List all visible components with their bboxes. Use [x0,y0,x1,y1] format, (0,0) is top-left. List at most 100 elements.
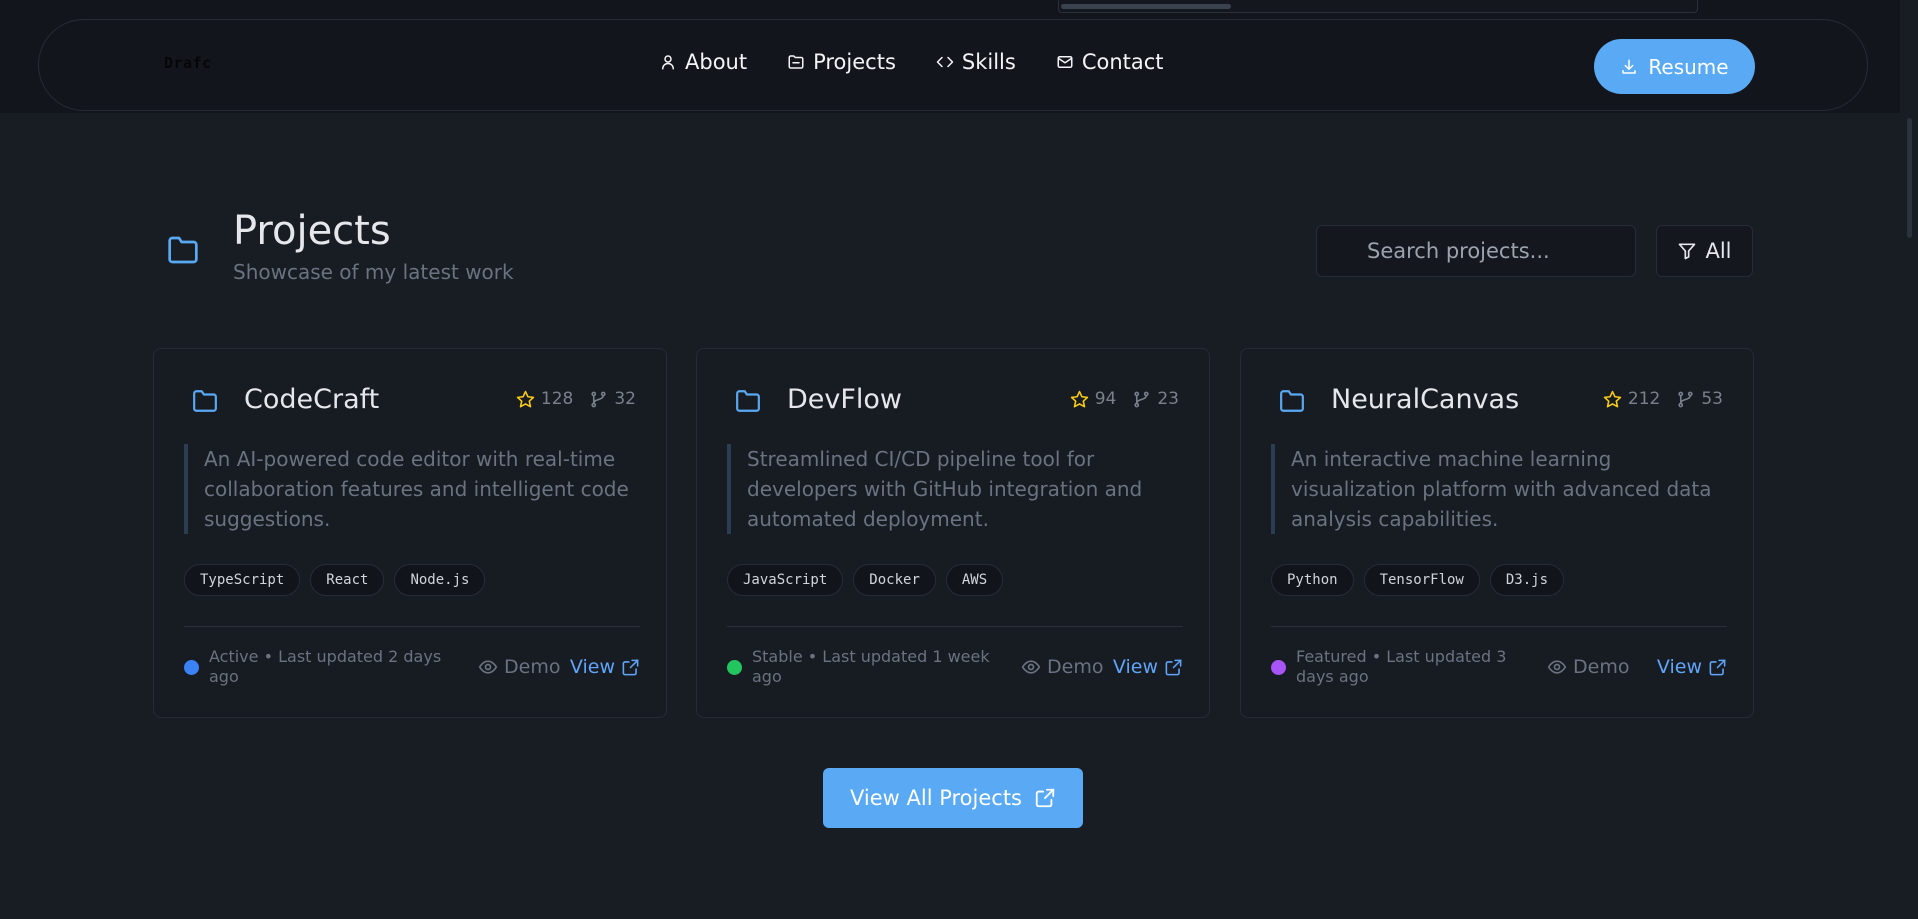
tech-tag: D3.js [1489,564,1565,596]
project-footer: Stable • Last updated 1 week ago Demo Vi… [727,647,1183,687]
tech-tags: JavaScript Docker AWS [727,564,1004,596]
mail-icon [1057,56,1073,68]
nav-link-contact[interactable]: Contact [1056,50,1164,74]
stars-stat: 94 [1070,389,1116,409]
external-link-icon [1165,659,1182,675]
tech-tags: Python TensorFlow D3.js [1271,564,1565,596]
git-fork-icon [1134,391,1149,407]
status-text: Stable • Last updated 1 week ago [752,647,990,686]
view-label: View [1112,656,1158,678]
search-input[interactable] [1367,239,1617,263]
demo-label: Demo [1573,656,1630,678]
stars-stat: 212 [1603,389,1660,409]
folder-icon [193,390,217,412]
forks-count: 32 [614,389,636,409]
project-footer: Featured • Last updated 3 days ago Demo … [1271,647,1727,687]
view-link[interactable]: View [1113,656,1183,678]
divider [184,626,640,627]
status-dot [1271,659,1286,675]
nav-link-label: About [685,50,748,74]
external-link-icon [1709,659,1726,675]
git-fork-icon [591,391,606,407]
status-dot [727,659,742,675]
stars-stat: 128 [516,389,573,409]
tech-tag: Python [1271,564,1354,596]
project-card: CodeCraft 128 32 An AI-powered code edit… [153,348,667,718]
project-description: An interactive machine learning visualiz… [1271,444,1727,534]
tech-tag: Docker [853,564,936,596]
project-stats: 94 23 [1070,389,1179,409]
nav-link-about[interactable]: About [659,50,747,74]
resume-button[interactable]: Resume [1594,39,1755,94]
scrollbar-thumb[interactable] [1061,4,1231,9]
section-subtitle: Showcase of my latest work [233,260,514,284]
tech-tag: AWS [945,564,1004,596]
forks-stat: 53 [1676,389,1723,409]
project-card: DevFlow 94 23 Streamlined CI/CD pipeline… [696,348,1210,718]
stars-count: 212 [1627,389,1661,409]
status-text: Featured • Last updated 3 days ago [1296,647,1507,686]
scrollbar-thumb[interactable] [1907,118,1912,238]
search-box [1316,225,1636,277]
eye-icon [1021,660,1041,674]
code-icon [936,56,954,68]
project-title: CodeCraft [244,384,380,415]
project-title: NeuralCanvas [1331,384,1520,415]
view-link[interactable]: View [570,656,640,678]
folder-icon [1280,390,1304,412]
section-title: Projects [233,208,391,254]
demo-label: Demo [1047,656,1104,678]
demo-link[interactable]: Demo [1021,656,1103,678]
navbar: Drafc About Projects Skills Contact Resu… [38,19,1868,111]
view-label: View [1656,656,1702,678]
folder-icon [736,390,760,412]
nav-link-skills[interactable]: Skills [936,50,1016,74]
nav-links: About Projects Skills Contact [659,50,1164,74]
external-link-icon [622,659,639,675]
filter-icon [1679,243,1696,260]
forks-stat: 23 [1132,389,1179,409]
tech-tags: TypeScript React Node.js [184,564,486,596]
star-icon [1603,390,1622,407]
view-label: View [569,656,615,678]
project-description: An AI-powered code editor with real-time… [184,444,640,534]
demo-label: Demo [504,656,561,678]
star-icon [1070,390,1088,407]
eye-icon [1547,660,1567,674]
tech-tag: React [310,564,385,596]
logo[interactable]: Drafc [164,54,212,72]
git-fork-icon [1678,391,1693,407]
status-text: Active • Last updated 2 days ago [209,647,442,686]
status-dot [184,659,199,675]
project-stats: 212 53 [1603,389,1723,409]
project-description: Streamlined CI/CD pipeline tool for deve… [727,444,1183,534]
vertical-scrollbar[interactable] [1900,113,1918,919]
tech-tag: Node.js [394,564,486,596]
demo-link[interactable]: Demo [478,656,560,678]
star-icon [516,390,535,407]
forks-count: 23 [1157,389,1179,409]
nav-link-projects[interactable]: Projects [787,50,896,74]
forks-stat: 32 [589,389,636,409]
stars-count: 128 [540,389,574,409]
filter-label: All [1705,239,1732,263]
external-link-icon [1035,788,1055,808]
project-title: DevFlow [787,384,903,415]
tech-tag: JavaScript [727,564,844,596]
resume-label: Resume [1648,54,1729,79]
divider [727,626,1183,627]
tech-tag: TypeScript [184,564,301,596]
view-all-projects-button[interactable]: View All Projects [823,768,1083,828]
folder-icon [168,236,198,264]
download-icon [1622,59,1637,74]
project-card: NeuralCanvas 212 53 An interactive machi… [1240,348,1754,718]
project-stats: 128 32 [516,389,636,409]
view-link[interactable]: View [1657,656,1727,678]
user-icon [662,55,674,70]
tech-tag: TensorFlow [1363,564,1480,596]
demo-link[interactable]: Demo [1547,656,1629,678]
eye-icon [478,660,498,674]
horizontal-scrollbar[interactable] [1058,0,1698,13]
forks-count: 53 [1701,389,1723,409]
filter-button[interactable]: All [1656,225,1753,277]
